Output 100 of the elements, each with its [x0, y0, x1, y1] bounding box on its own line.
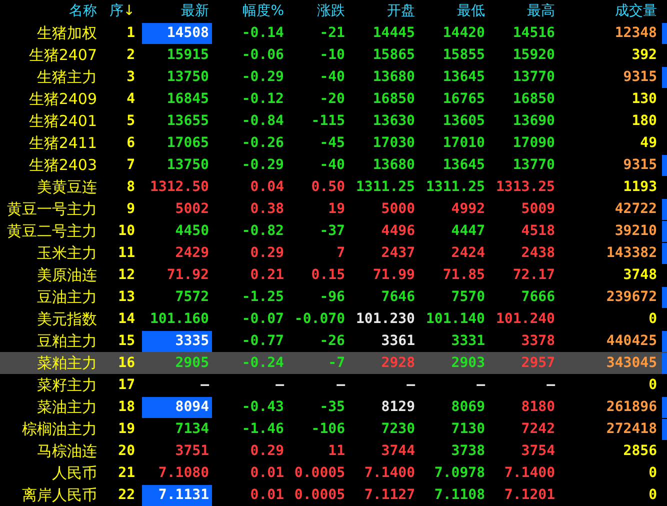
row-number: 15: [117, 332, 136, 351]
table-cell: 1311.25: [426, 180, 485, 194]
table-cell: 19: [328, 202, 345, 216]
table-row[interactable]: 玉米主力 11 2429 0.29 7 2437 2424 2438 143382: [0, 242, 667, 264]
table-cell: 7.1108: [434, 488, 485, 502]
column-header[interactable]: 序: [109, 0, 124, 22]
table-row[interactable]: 菜粕主力 16 2905 -0.24 -7 2928 2903 2957 343045: [0, 352, 667, 374]
table-cell: -26: [320, 334, 345, 348]
column-header[interactable]: 名称: [0, 0, 100, 22]
table-cell: 9315: [623, 158, 657, 172]
table-cell: 7134: [175, 422, 209, 436]
table-row[interactable]: 美黄豆连 8 1312.50 0.04 0.50 1311.25 1311.25 1313.25 1193: [0, 176, 667, 198]
table-row[interactable]: 菜籽主力 17 — — — — — — 0: [0, 374, 667, 396]
column-header[interactable]: 最低: [418, 0, 488, 22]
table-row[interactable]: 生猪2403 7 13750 -0.29 -40 13680 13645 13770 9315: [0, 154, 667, 176]
table-cell: -96: [320, 290, 345, 304]
table-cell: 180: [632, 114, 657, 128]
row-number: 1: [126, 24, 136, 43]
table-row[interactable]: 豆粕主力 15 3335 -0.77 -26 3361 3331 3378 440425: [0, 330, 667, 352]
table-row[interactable]: 马棕油连 20 3751 0.29 11 3744 3738 3754 2856: [0, 440, 667, 462]
table-cell: 13645: [442, 70, 485, 84]
row-number: 17: [117, 376, 136, 395]
row-number: 9: [126, 200, 136, 219]
row-number: 18: [117, 398, 136, 417]
table-row[interactable]: 生猪2407 2 15915 -0.06 -10 15865 15855 15920 392: [0, 44, 667, 66]
row-number: 16: [117, 354, 136, 373]
table-row[interactable]: 黄豆一号主力 9 5002 0.38 19 5000 4992 5009 42722: [0, 198, 667, 220]
column-header[interactable]: 最高: [488, 0, 558, 22]
table-row[interactable]: 美元指数 14 101.160 -0.07 -0.070 101.230 101.140 101.240 0: [0, 308, 667, 330]
table-cell: 4518: [521, 224, 555, 238]
table-cell: —: [276, 378, 284, 392]
table-cell: 3361: [381, 334, 415, 348]
column-header[interactable]: 成交量: [558, 0, 660, 22]
table-row[interactable]: 生猪主力 3 13750 -0.29 -40 13680 13645 13770 9315: [0, 66, 667, 88]
table-cell: 13680: [372, 158, 415, 172]
table-cell: 8094: [175, 400, 209, 414]
row-number: 22: [117, 486, 136, 505]
table-cell: 1311.25: [356, 180, 415, 194]
table-cell: 2957: [521, 356, 555, 370]
table-cell: -0.14: [242, 26, 284, 40]
table-cell: —: [406, 378, 415, 392]
table-row[interactable]: 黄豆二号主力 10 4450 -0.82 -37 4496 4447 4518 39210: [0, 220, 667, 242]
column-header[interactable]: 开盘: [348, 0, 418, 22]
table-cell: -0.82: [242, 224, 284, 238]
table-row[interactable]: 美原油连 12 71.92 0.21 0.15 71.99 71.85 72.17 3748: [0, 264, 667, 286]
table-row[interactable]: 棕榈油主力 19 7134 -1.46 -106 7230 7130 7242 272418: [0, 418, 667, 440]
table-cell: 7230: [381, 422, 415, 436]
instrument-name: 生猪2409: [28, 89, 98, 110]
table-cell: 72.17: [512, 268, 555, 282]
table-cell: 7: [336, 246, 345, 260]
column-header[interactable]: 涨跌: [287, 0, 348, 22]
table-cell: —: [546, 378, 555, 392]
instrument-name: 菜籽主力: [36, 375, 98, 396]
table-cell: 0.38: [250, 202, 284, 216]
table-cell: 7.1400: [504, 466, 555, 480]
table-cell: 101.140: [426, 312, 485, 326]
table-cell: 4992: [451, 202, 485, 216]
table-cell: -0.29: [242, 70, 284, 84]
table-cell: 2424: [451, 246, 485, 260]
table-cell: 13690: [512, 114, 555, 128]
table-cell: 0.50: [311, 180, 345, 194]
table-cell: 0.01: [250, 466, 284, 480]
table-cell: 13750: [166, 70, 209, 84]
table-row[interactable]: 生猪2411 6 17065 -0.26 -45 17030 17010 17090 49: [0, 132, 667, 154]
table-cell: 17030: [372, 136, 415, 150]
table-cell: 13645: [442, 158, 485, 172]
table-cell: 2928: [381, 356, 415, 370]
table-row[interactable]: 豆油主力 13 7572 -1.25 -96 7646 7570 7666 239672: [0, 286, 667, 308]
table-cell: 13770: [512, 70, 555, 84]
table-cell: -0.070: [294, 312, 345, 326]
table-cell: 49: [640, 136, 657, 150]
table-row[interactable]: 生猪2409 4 16845 -0.12 -20 16850 16765 16850 130: [0, 88, 667, 110]
table-row[interactable]: 生猪2401 5 13655 -0.84 -115 13630 13605 13690 180: [0, 110, 667, 132]
table-cell: —: [336, 378, 345, 392]
table-row[interactable]: 离岸人民币 22 7.1131 0.01 0.0005 7.1127 7.1108 7.1201 0: [0, 484, 667, 506]
table-cell: 17010: [442, 136, 485, 150]
table-cell: 9315: [623, 70, 657, 84]
table-row[interactable]: 生猪加权 1 14508 -0.14 -21 14445 14420 14516 12348: [0, 22, 667, 44]
table-cell: 42722: [614, 202, 657, 216]
table-cell: 15920: [512, 48, 555, 62]
table-cell: 15915: [166, 48, 209, 62]
row-number: 10: [117, 222, 136, 241]
table-cell: 0.15: [311, 268, 345, 282]
table-cell: 343045: [606, 356, 657, 370]
table-cell: 11: [328, 444, 345, 458]
column-header[interactable]: 最新: [138, 0, 212, 22]
column-header[interactable]: 幅度%: [212, 0, 287, 22]
table-cell: 2856: [623, 444, 657, 458]
instrument-name: 玉米主力: [36, 243, 98, 264]
table-cell: 14516: [512, 26, 555, 40]
table-cell: -0.12: [242, 92, 284, 106]
table-cell: 143382: [606, 246, 657, 260]
table-row[interactable]: 菜油主力 18 8094 -0.43 -35 8129 8069 8180 261896: [0, 396, 667, 418]
table-cell: 5009: [521, 202, 555, 216]
table-cell: 4447: [451, 224, 485, 238]
table-cell: -35: [320, 400, 345, 414]
table-row[interactable]: 人民币 21 7.1080 0.01 0.0005 7.1400 7.0978 7.1400 0: [0, 462, 667, 484]
table-cell: 239672: [606, 290, 657, 304]
instrument-name: 豆油主力: [36, 287, 98, 308]
table-cell: -106: [311, 422, 345, 436]
